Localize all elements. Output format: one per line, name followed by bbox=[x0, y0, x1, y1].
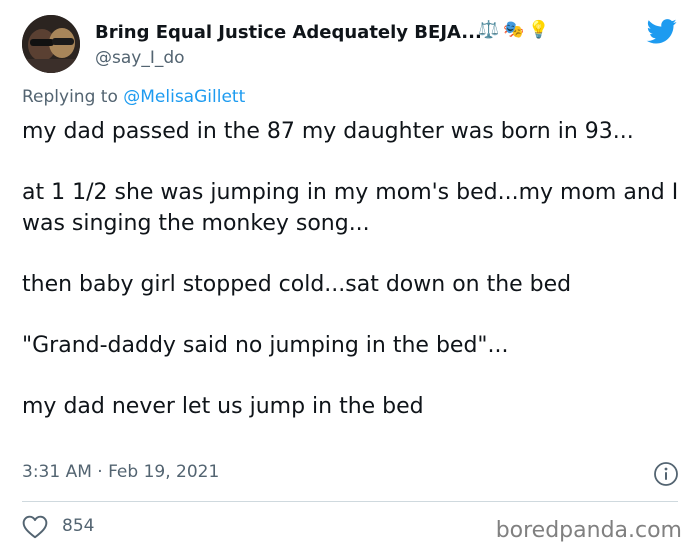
tweet-timestamp[interactable]: 3:31 AM · Feb 19, 2021 bbox=[22, 462, 219, 482]
author-handle[interactable]: @say_I_do bbox=[95, 48, 185, 68]
tweet-paragraph: then baby girl stopped cold...sat down o… bbox=[22, 272, 572, 297]
divider bbox=[22, 501, 678, 502]
tweet-text: my dad passed in the 87 my daughter was … bbox=[22, 116, 682, 422]
name-emoji-badges: ⚖️ 🎭 💡 bbox=[478, 20, 550, 40]
tweet-paragraph: "Grand-daddy said no jumping in the bed"… bbox=[22, 333, 509, 358]
tweet-paragraph: at 1 1/2 she was jumping in my mom's bed… bbox=[22, 180, 679, 236]
heart-icon[interactable] bbox=[22, 515, 48, 539]
watermark: boredpanda.com bbox=[495, 518, 682, 543]
avatar-photo bbox=[22, 15, 80, 73]
avatar[interactable] bbox=[22, 15, 80, 73]
info-icon[interactable] bbox=[653, 461, 679, 487]
twitter-bird-icon[interactable] bbox=[645, 16, 679, 46]
scales-emoji: ⚖️ bbox=[478, 20, 500, 40]
author-display-name[interactable]: Bring Equal Justice Adequately BEJA... bbox=[95, 22, 482, 43]
light-bulb-emoji: 💡 bbox=[528, 20, 550, 40]
reply-mention-link[interactable]: @MelisaGillett bbox=[123, 87, 245, 107]
tweet-paragraph: my dad never let us jump in the bed bbox=[22, 394, 424, 419]
replying-to: Replying to @MelisaGillett bbox=[22, 87, 245, 107]
replying-to-label: Replying to bbox=[22, 87, 124, 107]
tweet-card: Bring Equal Justice Adequately BEJA... ⚖… bbox=[0, 0, 700, 555]
theater-masks-emoji: 🎭 bbox=[503, 20, 525, 40]
like-count: 854 bbox=[62, 516, 95, 536]
tweet-paragraph: my dad passed in the 87 my daughter was … bbox=[22, 119, 634, 144]
